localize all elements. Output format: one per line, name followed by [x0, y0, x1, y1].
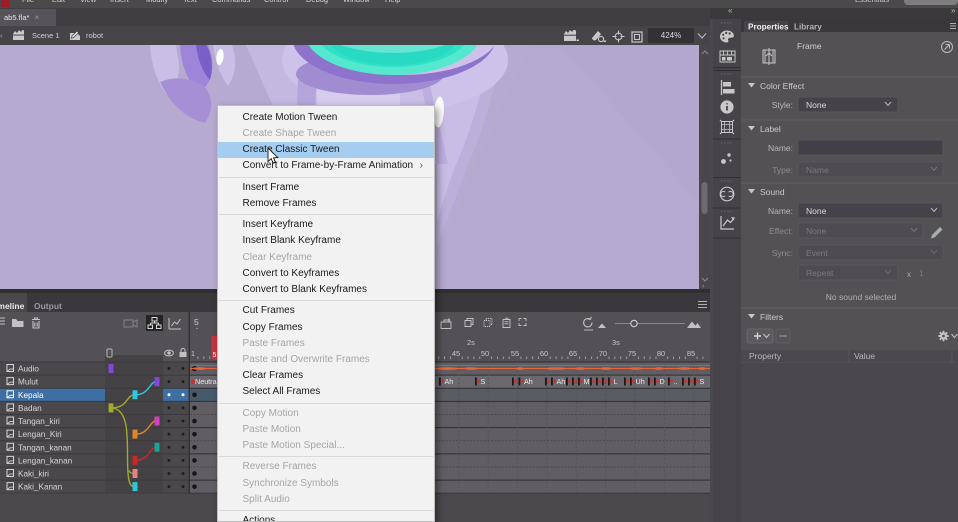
svg-text:Label: Label [760, 124, 781, 134]
svg-text:Style:: Style: [772, 100, 793, 110]
svg-text:M: M [584, 377, 590, 386]
svg-text:Event: Event [806, 248, 828, 258]
svg-text:85: 85 [687, 349, 695, 358]
svg-text:S: S [700, 377, 705, 386]
svg-text:Name: Name [806, 165, 829, 175]
svg-text:Library: Library [794, 23, 822, 32]
svg-text:5: 5 [213, 352, 217, 359]
svg-text:Ah: Ah [445, 377, 454, 386]
svg-text:None: None [806, 206, 827, 216]
svg-text:Lengan_Kiri: Lengan_Kiri [18, 430, 62, 439]
svg-text:x: x [907, 270, 911, 279]
svg-text:Sync:: Sync: [772, 248, 793, 258]
svg-text:45: 45 [452, 349, 460, 358]
svg-text:Effect:: Effect: [769, 226, 793, 236]
svg-text:Timeline: Timeline [0, 301, 25, 311]
svg-text:3s: 3s [612, 338, 620, 347]
svg-text:D: D [660, 377, 665, 386]
svg-text:1: 1 [919, 269, 924, 278]
svg-text:Name:: Name: [768, 206, 793, 216]
svg-text:Mulut: Mulut [18, 378, 39, 387]
svg-text:Repeat: Repeat [806, 268, 834, 278]
svg-text:5: 5 [194, 317, 199, 327]
svg-text:Ah: Ah [524, 377, 533, 386]
svg-text:Output: Output [34, 301, 62, 311]
svg-text:Color Effect: Color Effect [760, 81, 805, 91]
svg-text:75: 75 [628, 349, 636, 358]
svg-text:Property: Property [749, 351, 782, 361]
svg-text:Kaki_Kanan: Kaki_Kanan [18, 483, 63, 492]
svg-text:Tangan_kiri: Tangan_kiri [18, 417, 60, 426]
svg-text:Neutral: Neutral [195, 377, 219, 386]
svg-text:Audio: Audio [18, 365, 39, 374]
svg-text:50: 50 [481, 349, 489, 358]
svg-text:Sound: Sound [760, 187, 785, 197]
svg-text:Name:: Name: [768, 143, 793, 153]
svg-text:Type:: Type: [772, 165, 793, 175]
svg-text:Lengan_kanan: Lengan_kanan [18, 456, 73, 465]
svg-text:Frame: Frame [797, 41, 822, 51]
svg-text:Tangan_kanan: Tangan_kanan [18, 443, 72, 452]
svg-text:S: S [481, 377, 486, 386]
svg-text:2s: 2s [467, 338, 475, 347]
svg-text:70: 70 [599, 349, 607, 358]
svg-text:No sound selected: No sound selected [826, 292, 897, 302]
svg-text:..: .. [674, 377, 678, 386]
svg-text:Uh: Uh [636, 377, 645, 386]
svg-text:55: 55 [511, 349, 519, 358]
svg-text:Properties: Properties [748, 23, 789, 32]
svg-text:Kepala: Kepala [18, 391, 44, 400]
svg-text:None: None [806, 226, 827, 236]
svg-text:L: L [614, 377, 618, 386]
svg-text:1: 1 [191, 349, 195, 358]
svg-text:None: None [806, 100, 827, 110]
svg-text:Value: Value [854, 351, 875, 361]
svg-text:60: 60 [540, 349, 548, 358]
svg-text:Badan: Badan [18, 404, 42, 413]
svg-text:65: 65 [569, 349, 577, 358]
svg-text:Kaki_kiri: Kaki_kiri [18, 470, 49, 479]
svg-text:Ah: Ah [557, 377, 566, 386]
svg-text:Filters: Filters [760, 312, 783, 322]
svg-text:80: 80 [657, 349, 665, 358]
